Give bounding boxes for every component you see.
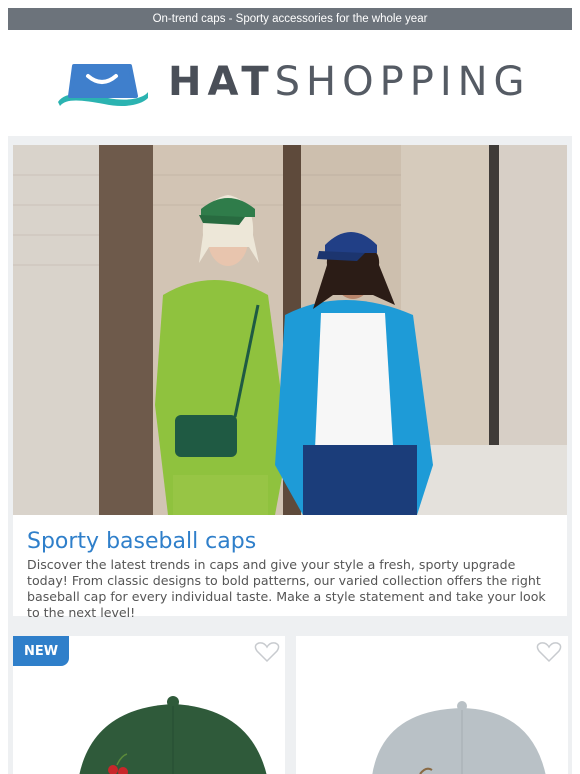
green-cap-image	[79, 696, 267, 774]
brand-logo[interactable]: HATSHOPPING	[0, 48, 580, 118]
product-card[interactable]: NEW	[13, 636, 285, 774]
hero-title[interactable]: Sporty baseball caps	[27, 529, 553, 555]
new-badge: NEW	[13, 636, 69, 666]
hat-bag-icon	[58, 64, 148, 106]
heart-icon[interactable]	[536, 641, 562, 663]
promo-banner: On-trend caps - Sporty accessories for t…	[8, 8, 572, 30]
promo-banner-text: On-trend caps - Sporty accessories for t…	[152, 13, 428, 25]
grey-cap-image	[372, 701, 546, 774]
brand-wordmark: HATSHOPPING	[168, 62, 531, 102]
brand-wordmark-bold: HAT	[168, 59, 275, 105]
heart-icon[interactable]	[254, 641, 280, 663]
hero-image[interactable]	[13, 145, 567, 515]
hero-card: Sporty baseball caps Discover the latest…	[13, 515, 567, 620]
brand-wordmark-light: SHOPPING	[274, 59, 531, 105]
product-card[interactable]	[296, 636, 568, 774]
hero-description: Discover the latest trends in caps and g…	[27, 557, 546, 620]
